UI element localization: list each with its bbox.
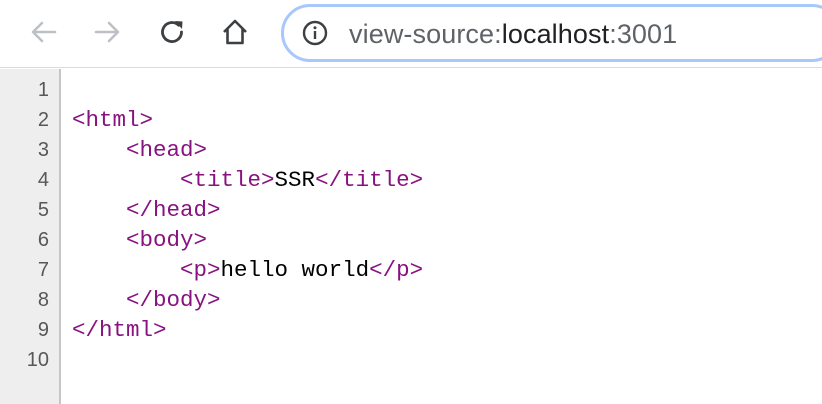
code-open-tag: <title> — [180, 167, 275, 193]
line-number: 5 — [37, 199, 49, 221]
forward-button[interactable] — [89, 14, 125, 50]
code-open-tag: <head> — [126, 137, 208, 163]
line-number: 8 — [37, 289, 49, 311]
source-line: </head> — [72, 197, 221, 223]
line-number: 4 — [37, 169, 49, 191]
home-icon — [220, 17, 250, 47]
line-number-gutter: 1 2 3 4 5 6 7 8 9 10 — [0, 69, 61, 404]
url-port: :3001 — [609, 19, 678, 49]
code-open-tag: <body> — [126, 227, 208, 253]
address-bar[interactable]: view-source:localhost:3001 — [281, 4, 822, 62]
code-text: hello world — [220, 257, 370, 283]
line-number: 10 — [26, 349, 49, 371]
code-open-tag: </body> — [126, 287, 221, 313]
browser-toolbar: view-source:localhost:3001 — [0, 0, 822, 68]
address-url[interactable]: view-source:localhost:3001 — [349, 18, 677, 50]
info-icon[interactable] — [302, 20, 328, 46]
code-close-tag: </p> — [369, 257, 424, 283]
source-line: <title>SSR</title> — [72, 167, 423, 193]
code-text: SSR — [274, 167, 316, 193]
line-number: 2 — [37, 109, 49, 131]
back-arrow-icon — [29, 17, 59, 47]
source-line: <p>hello world</p> — [72, 257, 423, 283]
line-number: 6 — [37, 229, 49, 251]
code-open-tag: </head> — [126, 197, 221, 223]
source-line: </body> — [72, 287, 221, 313]
line-number: 9 — [37, 319, 49, 341]
code-close-tag: </title> — [315, 167, 424, 193]
url-host: localhost — [501, 19, 610, 49]
forward-arrow-icon — [92, 17, 122, 47]
source-line: <html> — [72, 107, 153, 133]
line-number: 3 — [37, 139, 49, 161]
source-line: <head> — [72, 137, 207, 163]
code-open-tag: <p> — [180, 257, 221, 283]
url-scheme: view-source: — [349, 19, 502, 49]
reload-button[interactable] — [154, 14, 190, 50]
code-open-tag: </html> — [72, 317, 167, 343]
line-number: 1 — [37, 79, 49, 101]
code-open-tag: <html> — [72, 107, 154, 133]
home-button[interactable] — [217, 14, 253, 50]
back-button[interactable] — [26, 14, 62, 50]
source-code-area: <html> <head> <title>SSR</title> </head>… — [72, 69, 812, 404]
line-number: 7 — [37, 259, 49, 281]
reload-icon — [157, 17, 187, 47]
source-line: </html> — [72, 317, 167, 343]
source-line: <body> — [72, 227, 207, 253]
